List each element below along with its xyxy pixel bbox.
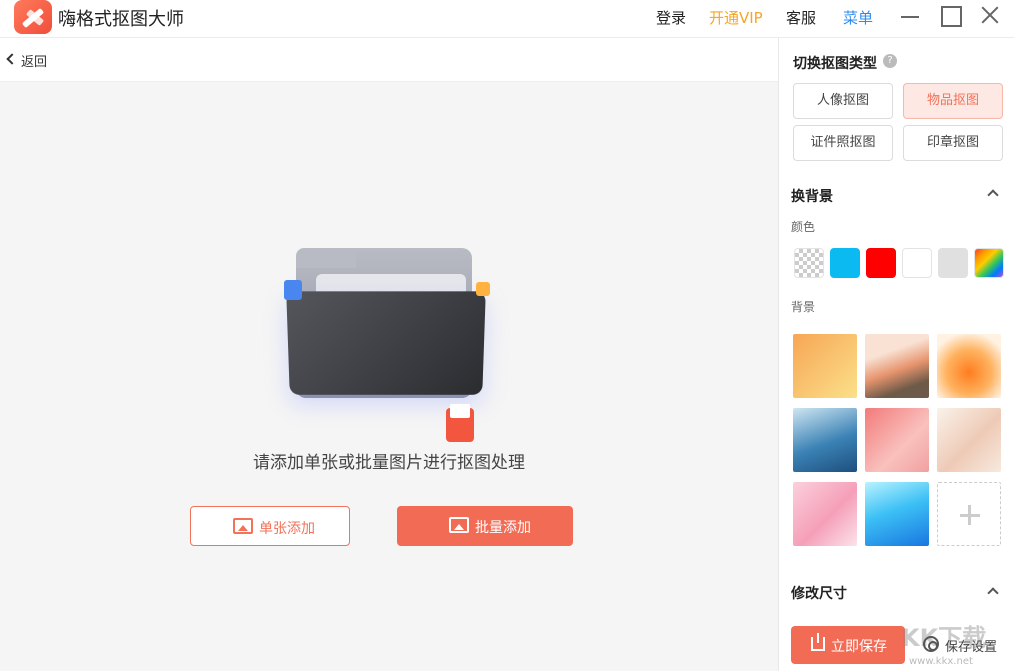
batch-add-button[interactable]: 批量添加 (397, 506, 573, 546)
orange-folder-icon (476, 282, 490, 296)
minimize-icon[interactable] (897, 4, 923, 30)
gear-icon[interactable] (923, 636, 939, 652)
single-add-button[interactable]: 单张添加 (190, 506, 350, 546)
switch-type-title: 切换抠图类型 (793, 56, 877, 72)
maximize-icon[interactable] (937, 4, 963, 30)
image-icon (233, 518, 253, 534)
main-workspace: 返回 请添加单张或批量图片进行抠图处理 单张添加 批量添加 (0, 38, 778, 671)
resize-title: 修改尺寸 (791, 586, 847, 602)
batch-add-label: 批量添加 (475, 520, 531, 536)
back-bar: 返回 (0, 38, 778, 82)
bg-tile-pink-texture[interactable] (865, 408, 929, 472)
color-swatch-rainbow[interactable] (974, 248, 1004, 278)
type-portrait-button[interactable]: 人像抠图 (793, 83, 893, 119)
color-swatch-white[interactable] (902, 248, 932, 278)
bg-tile-orange-yellow[interactable] (793, 334, 857, 398)
title-bar: 嗨格式抠图大师 登录 开通VIP 客服 菜单 (0, 0, 1014, 38)
chevron-left-icon[interactable] (6, 53, 18, 65)
folder-front-shape (286, 291, 486, 395)
empty-state-prompt: 请添加单张或批量图片进行抠图处理 (253, 453, 525, 473)
save-now-label: 立即保存 (831, 639, 887, 655)
save-settings-button[interactable]: 保存设置 (945, 636, 997, 655)
color-swatch-red[interactable] (866, 248, 896, 278)
single-add-label: 单张添加 (259, 521, 315, 537)
menu-link[interactable]: 菜单 (843, 7, 873, 28)
bg-tile-orange-glow[interactable] (937, 334, 1001, 398)
vip-link[interactable]: 开通VIP (709, 7, 763, 28)
background-label: 背景 (791, 300, 816, 314)
app-title: 嗨格式抠图大师 (58, 9, 184, 30)
bg-tile-pink-soft[interactable] (793, 482, 857, 546)
blue-file-icon (284, 280, 302, 300)
help-icon[interactable]: ? (883, 54, 897, 68)
red-image-file-icon (446, 404, 474, 442)
back-button[interactable]: 返回 (21, 51, 47, 70)
type-id-photo-button[interactable]: 证件照抠图 (793, 125, 893, 161)
color-swatch-gray[interactable] (938, 248, 968, 278)
settings-panel: 切换抠图类型 ? 人像抠图 物品抠图 证件照抠图 印章抠图 换背景 颜色 背景 … (778, 38, 1014, 671)
folder-illustration (280, 238, 496, 442)
folder-tab-shape (296, 248, 356, 268)
bg-tile-orange-crystal[interactable] (865, 334, 929, 398)
login-link[interactable]: 登录 (656, 7, 686, 28)
chevron-up-icon[interactable] (987, 587, 999, 599)
bg-tile-blue-gradient[interactable] (865, 482, 929, 546)
save-now-button[interactable]: 立即保存 (791, 626, 905, 664)
color-label: 颜色 (791, 220, 816, 234)
change-bg-title: 换背景 (791, 189, 833, 205)
add-background-button[interactable] (937, 482, 1001, 546)
close-icon[interactable] (977, 4, 1003, 30)
bg-tile-cream-silk[interactable] (937, 408, 1001, 472)
chevron-up-icon[interactable] (987, 189, 999, 201)
images-icon (449, 517, 469, 533)
bg-tile-blue-waves[interactable] (793, 408, 857, 472)
type-object-button[interactable]: 物品抠图 (903, 83, 1003, 119)
type-seal-button[interactable]: 印章抠图 (903, 125, 1003, 161)
color-swatch-blue[interactable] (830, 248, 860, 278)
app-logo-icon (14, 0, 52, 34)
watermark-url: www.kkx.net (909, 656, 973, 667)
download-icon (811, 633, 825, 651)
color-swatch-transparent[interactable] (794, 248, 824, 278)
customer-service-link[interactable]: 客服 (786, 7, 816, 28)
